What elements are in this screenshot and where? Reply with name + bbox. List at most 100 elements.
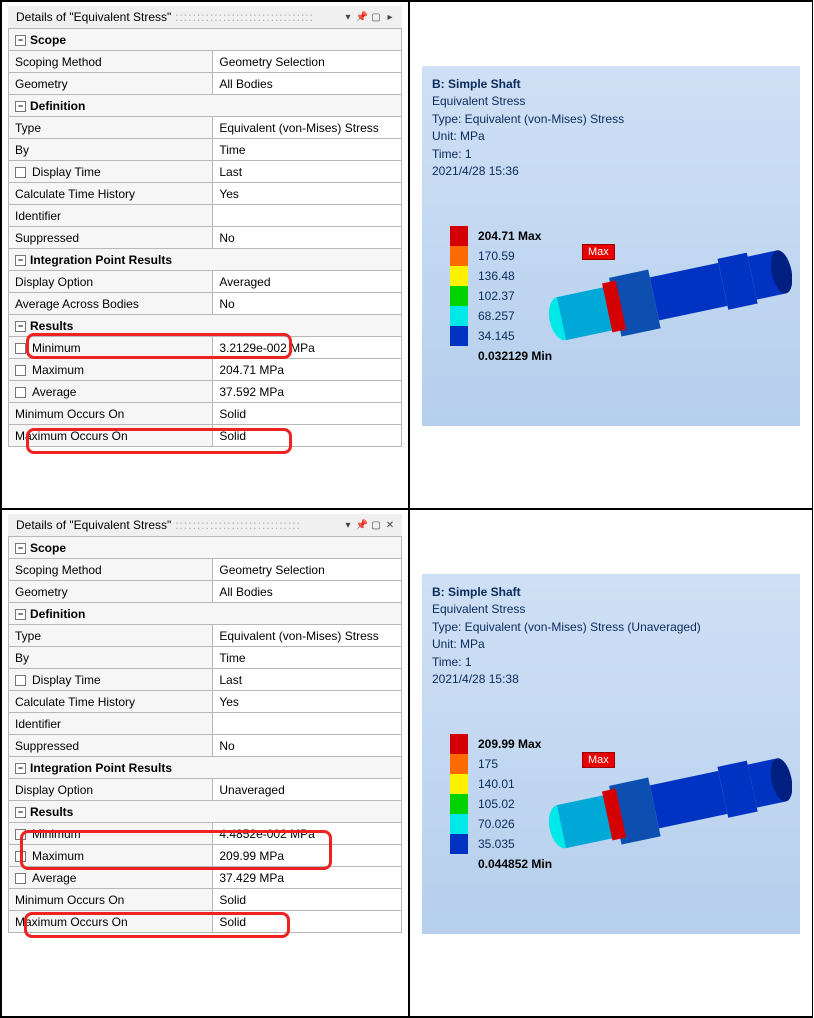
row-avg-value[interactable]: 37.592 MPa	[213, 381, 402, 403]
row-maxon-value[interactable]: Solid	[213, 911, 402, 933]
details-panel-unaveraged: Details of "Equivalent Stress" :::::::::…	[1, 509, 409, 1017]
row-by-value[interactable]: Time	[213, 139, 402, 161]
row-avg-value[interactable]: 37.429 MPa	[213, 867, 402, 889]
row-minon-value[interactable]: Solid	[213, 889, 402, 911]
section-header-scope: Scope	[30, 33, 66, 47]
row-calc-hist-label[interactable]: Calculate Time History	[9, 183, 213, 205]
pin-icon[interactable]: 📌	[356, 519, 368, 531]
row-maxon-label[interactable]: Maximum Occurs On	[9, 425, 213, 447]
row-display-time-label[interactable]: Display Time	[9, 161, 213, 183]
row-identifier-label[interactable]: Identifier	[9, 713, 213, 735]
row-avg-label[interactable]: Average	[9, 867, 213, 889]
viz-result: Equivalent Stress	[432, 601, 701, 618]
chevron-right-icon[interactable]: ▸	[384, 11, 396, 23]
row-minon-label[interactable]: Minimum Occurs On	[9, 403, 213, 425]
row-type-value[interactable]: Equivalent (von-Mises) Stress	[213, 625, 402, 647]
row-identifier-value[interactable]	[213, 205, 402, 227]
row-by-label[interactable]: By	[9, 647, 213, 669]
legend-swatch-green	[450, 794, 468, 814]
display-time-checkbox[interactable]	[15, 167, 26, 178]
row-geometry-value[interactable]: All Bodies	[213, 73, 402, 95]
row-scoping-method-label[interactable]: Scoping Method	[9, 51, 213, 73]
legend-max: 204.71 Max	[478, 229, 541, 243]
row-scoping-method-value[interactable]: Geometry Selection	[213, 51, 402, 73]
close-icon[interactable]: ✕	[384, 519, 396, 531]
display-time-checkbox[interactable]	[15, 675, 26, 686]
min-checkbox[interactable]	[15, 343, 26, 354]
viz-canvas[interactable]: B: Simple Shaft Equivalent Stress Type: …	[422, 574, 800, 934]
row-avg-across-label[interactable]: Average Across Bodies	[9, 293, 213, 315]
legend-swatch-orange	[450, 246, 468, 266]
viz-type: Type: Equivalent (von-Mises) Stress (Una…	[432, 619, 701, 636]
row-scoping-method-value[interactable]: Geometry Selection	[213, 559, 402, 581]
row-suppressed-value[interactable]: No	[213, 735, 402, 757]
legend-swatch-blue	[450, 326, 468, 346]
max-checkbox[interactable]	[15, 851, 26, 862]
row-identifier-label[interactable]: Identifier	[9, 205, 213, 227]
row-calc-hist-label[interactable]: Calculate Time History	[9, 691, 213, 713]
dropdown-icon[interactable]: ▾	[342, 519, 354, 531]
min-checkbox[interactable]	[15, 829, 26, 840]
row-avg-across-value[interactable]: No	[213, 293, 402, 315]
row-type-value[interactable]: Equivalent (von-Mises) Stress	[213, 117, 402, 139]
max-label-flag[interactable]: Max	[582, 752, 615, 768]
row-avg-label[interactable]: Average	[9, 381, 213, 403]
row-calc-hist-value[interactable]: Yes	[213, 691, 402, 713]
row-type-label[interactable]: Type	[9, 117, 213, 139]
collapse-btn-def[interactable]: −	[15, 609, 26, 620]
collapse-btn-scope[interactable]: −	[15, 543, 26, 554]
collapse-btn-results[interactable]: −	[15, 807, 26, 818]
legend-max: 209.99 Max	[478, 737, 541, 751]
dropdown-icon[interactable]: ▾	[342, 11, 354, 23]
collapse-btn-ipr[interactable]: −	[15, 255, 26, 266]
row-suppressed-label[interactable]: Suppressed	[9, 735, 213, 757]
avg-checkbox[interactable]	[15, 873, 26, 884]
collapse-btn-ipr[interactable]: −	[15, 763, 26, 774]
row-min-label[interactable]: Minimum	[9, 823, 213, 845]
collapse-btn-def[interactable]: −	[15, 101, 26, 112]
legend-swatch-red	[450, 226, 468, 246]
legend-swatch-orange	[450, 754, 468, 774]
max-label-flag[interactable]: Max	[582, 244, 615, 260]
row-geometry-label[interactable]: Geometry	[9, 581, 213, 603]
row-minon-label[interactable]: Minimum Occurs On	[9, 889, 213, 911]
row-geometry-value[interactable]: All Bodies	[213, 581, 402, 603]
row-calc-hist-value[interactable]: Yes	[213, 183, 402, 205]
row-scoping-method-label[interactable]: Scoping Method	[9, 559, 213, 581]
row-display-time-value[interactable]: Last	[213, 669, 402, 691]
collapse-btn-results[interactable]: −	[15, 321, 26, 332]
section-header-results: Results	[30, 805, 73, 819]
row-suppressed-value[interactable]: No	[213, 227, 402, 249]
row-maxon-label[interactable]: Maximum Occurs On	[9, 911, 213, 933]
viz-canvas[interactable]: B: Simple Shaft Equivalent Stress Type: …	[422, 66, 800, 426]
row-by-value[interactable]: Time	[213, 647, 402, 669]
row-display-option-value[interactable]: Unaveraged	[213, 779, 402, 801]
row-maxon-value[interactable]: Solid	[213, 425, 402, 447]
row-minon-value[interactable]: Solid	[213, 403, 402, 425]
row-display-time-label[interactable]: Display Time	[9, 669, 213, 691]
viz-geometry-shaft	[542, 734, 792, 854]
row-max-label[interactable]: Maximum	[9, 359, 213, 381]
max-checkbox[interactable]	[15, 365, 26, 376]
row-min-label[interactable]: Minimum	[9, 337, 213, 359]
row-display-option-label[interactable]: Display Option	[9, 779, 213, 801]
row-geometry-label[interactable]: Geometry	[9, 73, 213, 95]
row-by-label[interactable]: By	[9, 139, 213, 161]
row-min-value[interactable]: 3.2129e-002 MPa	[213, 337, 402, 359]
row-display-option-value[interactable]: Averaged	[213, 271, 402, 293]
pin-icon[interactable]: 📌	[356, 11, 368, 23]
row-min-value[interactable]: 4.4852e-002 MPa	[213, 823, 402, 845]
restore-icon[interactable]: ▢	[370, 11, 382, 23]
legend-v4: 70.026	[478, 817, 515, 831]
collapse-btn-scope[interactable]: −	[15, 35, 26, 46]
row-display-option-label[interactable]: Display Option	[9, 271, 213, 293]
restore-icon[interactable]: ▢	[370, 519, 382, 531]
row-max-value[interactable]: 204.71 MPa	[213, 359, 402, 381]
row-identifier-value[interactable]	[213, 713, 402, 735]
row-suppressed-label[interactable]: Suppressed	[9, 227, 213, 249]
row-max-value[interactable]: 209.99 MPa	[213, 845, 402, 867]
row-type-label[interactable]: Type	[9, 625, 213, 647]
avg-checkbox[interactable]	[15, 387, 26, 398]
row-display-time-value[interactable]: Last	[213, 161, 402, 183]
row-max-label[interactable]: Maximum	[9, 845, 213, 867]
